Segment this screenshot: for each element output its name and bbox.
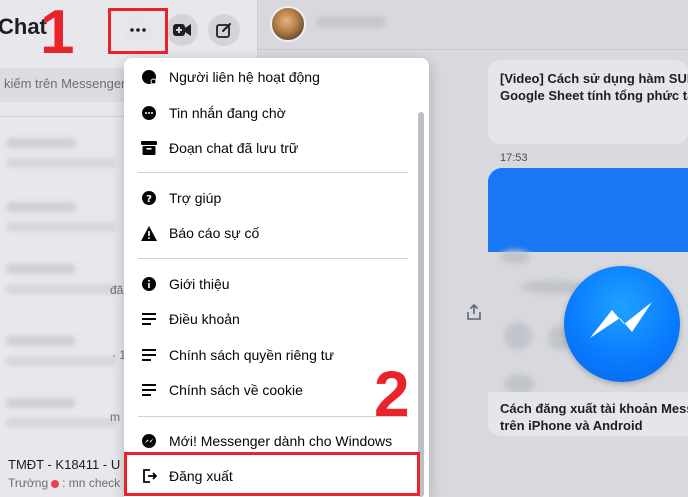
menu-item-about[interactable]: Giới thiệu [124, 267, 424, 301]
svg-text:?: ? [146, 194, 152, 205]
search-placeholder: kiếm trên Messenger [4, 76, 126, 91]
conversation-header [258, 0, 688, 50]
menu-item-label: Điều khoản [169, 311, 240, 327]
menu-item-report-problem[interactable]: Báo cáo sự cố [124, 216, 424, 250]
conversation-preview: Trường : mn check [8, 476, 120, 490]
archive-icon [139, 138, 159, 158]
link-preview-title: Cách đăng xuất tài khoản Messe [500, 401, 688, 416]
menu-divider [138, 258, 408, 259]
info-icon [139, 274, 159, 294]
message-requests-icon [139, 103, 159, 123]
messenger-logo-icon [564, 266, 680, 382]
menu-divider [138, 416, 408, 417]
conversation-preview-fragment: m [110, 410, 120, 424]
menu-item-label: Chính sách về cookie [169, 382, 303, 398]
menu-item-message-requests[interactable]: Tin nhắn đang chờ [124, 96, 424, 130]
menu-divider [138, 172, 408, 173]
link-preview-title: Google Sheet tính tổng phức tạ [500, 88, 688, 103]
menu-item-label: Người liên hệ hoạt động [169, 69, 320, 85]
warning-icon [139, 223, 159, 243]
message-timestamp: 17:53 [500, 152, 528, 164]
menu-item-archived-chats[interactable]: Đoạn chat đã lưu trữ [124, 131, 424, 165]
menu-item-label: Báo cáo sự cố [169, 225, 260, 241]
settings-menu: Người liên hệ hoạt động Tin nhắn đang ch… [124, 58, 429, 497]
video-call-button[interactable] [166, 14, 198, 46]
menu-item-label: Chính sách quyền riêng tư [169, 347, 335, 363]
document-lines-icon [139, 345, 159, 365]
menu-item-label: Tin nhắn đang chờ [169, 105, 286, 121]
new-message-button[interactable] [208, 14, 240, 46]
conversation-sender: Trường [8, 476, 49, 490]
conversation-preview-text: : mn check [62, 476, 121, 490]
unread-dot [51, 479, 60, 488]
contact-name-blurred [316, 16, 386, 28]
step-number-1: 1 [40, 0, 75, 67]
step-number-2: 2 [374, 358, 410, 430]
conversation-preview-fragment: đã [110, 283, 124, 297]
link-preview-image [488, 168, 688, 252]
messenger-icon [139, 431, 159, 451]
help-icon: ? [139, 188, 159, 208]
new-message-icon [216, 23, 231, 38]
highlight-box-more-options [108, 8, 168, 54]
link-preview-title: [Video] Cách sử dụng hàm SUM [500, 71, 688, 86]
document-lines-icon [139, 380, 159, 400]
link-preview-card[interactable]: [Video] Cách sử dụng hàm SUM Google Shee… [488, 60, 688, 144]
link-preview-card[interactable]: Cách đăng xuất tài khoản Messe trên iPho… [488, 392, 688, 436]
menu-item-label: Giới thiệu [169, 276, 230, 292]
menu-item-terms[interactable]: Điều khoản [124, 302, 424, 336]
menu-scrollbar[interactable] [418, 112, 424, 497]
contact-avatar[interactable] [270, 6, 306, 42]
menu-item-help[interactable]: ? Trợ giúp [124, 181, 424, 215]
menu-item-label: Mới! Messenger dành cho Windows [169, 433, 393, 449]
menu-item-label: Đoạn chat đã lưu trữ [169, 140, 299, 156]
active-contacts-icon [139, 67, 159, 87]
link-preview-title: trên iPhone và Android [500, 418, 643, 433]
document-lines-icon [139, 309, 159, 329]
highlight-box-logout [124, 452, 420, 496]
menu-item-active-contacts[interactable]: Người liên hệ hoạt động [124, 60, 424, 94]
share-icon[interactable] [466, 304, 482, 320]
video-call-icon [173, 24, 191, 36]
menu-item-label: Trợ giúp [169, 190, 222, 206]
conversation-name[interactable]: TMĐT - K18411 - U [8, 457, 120, 472]
